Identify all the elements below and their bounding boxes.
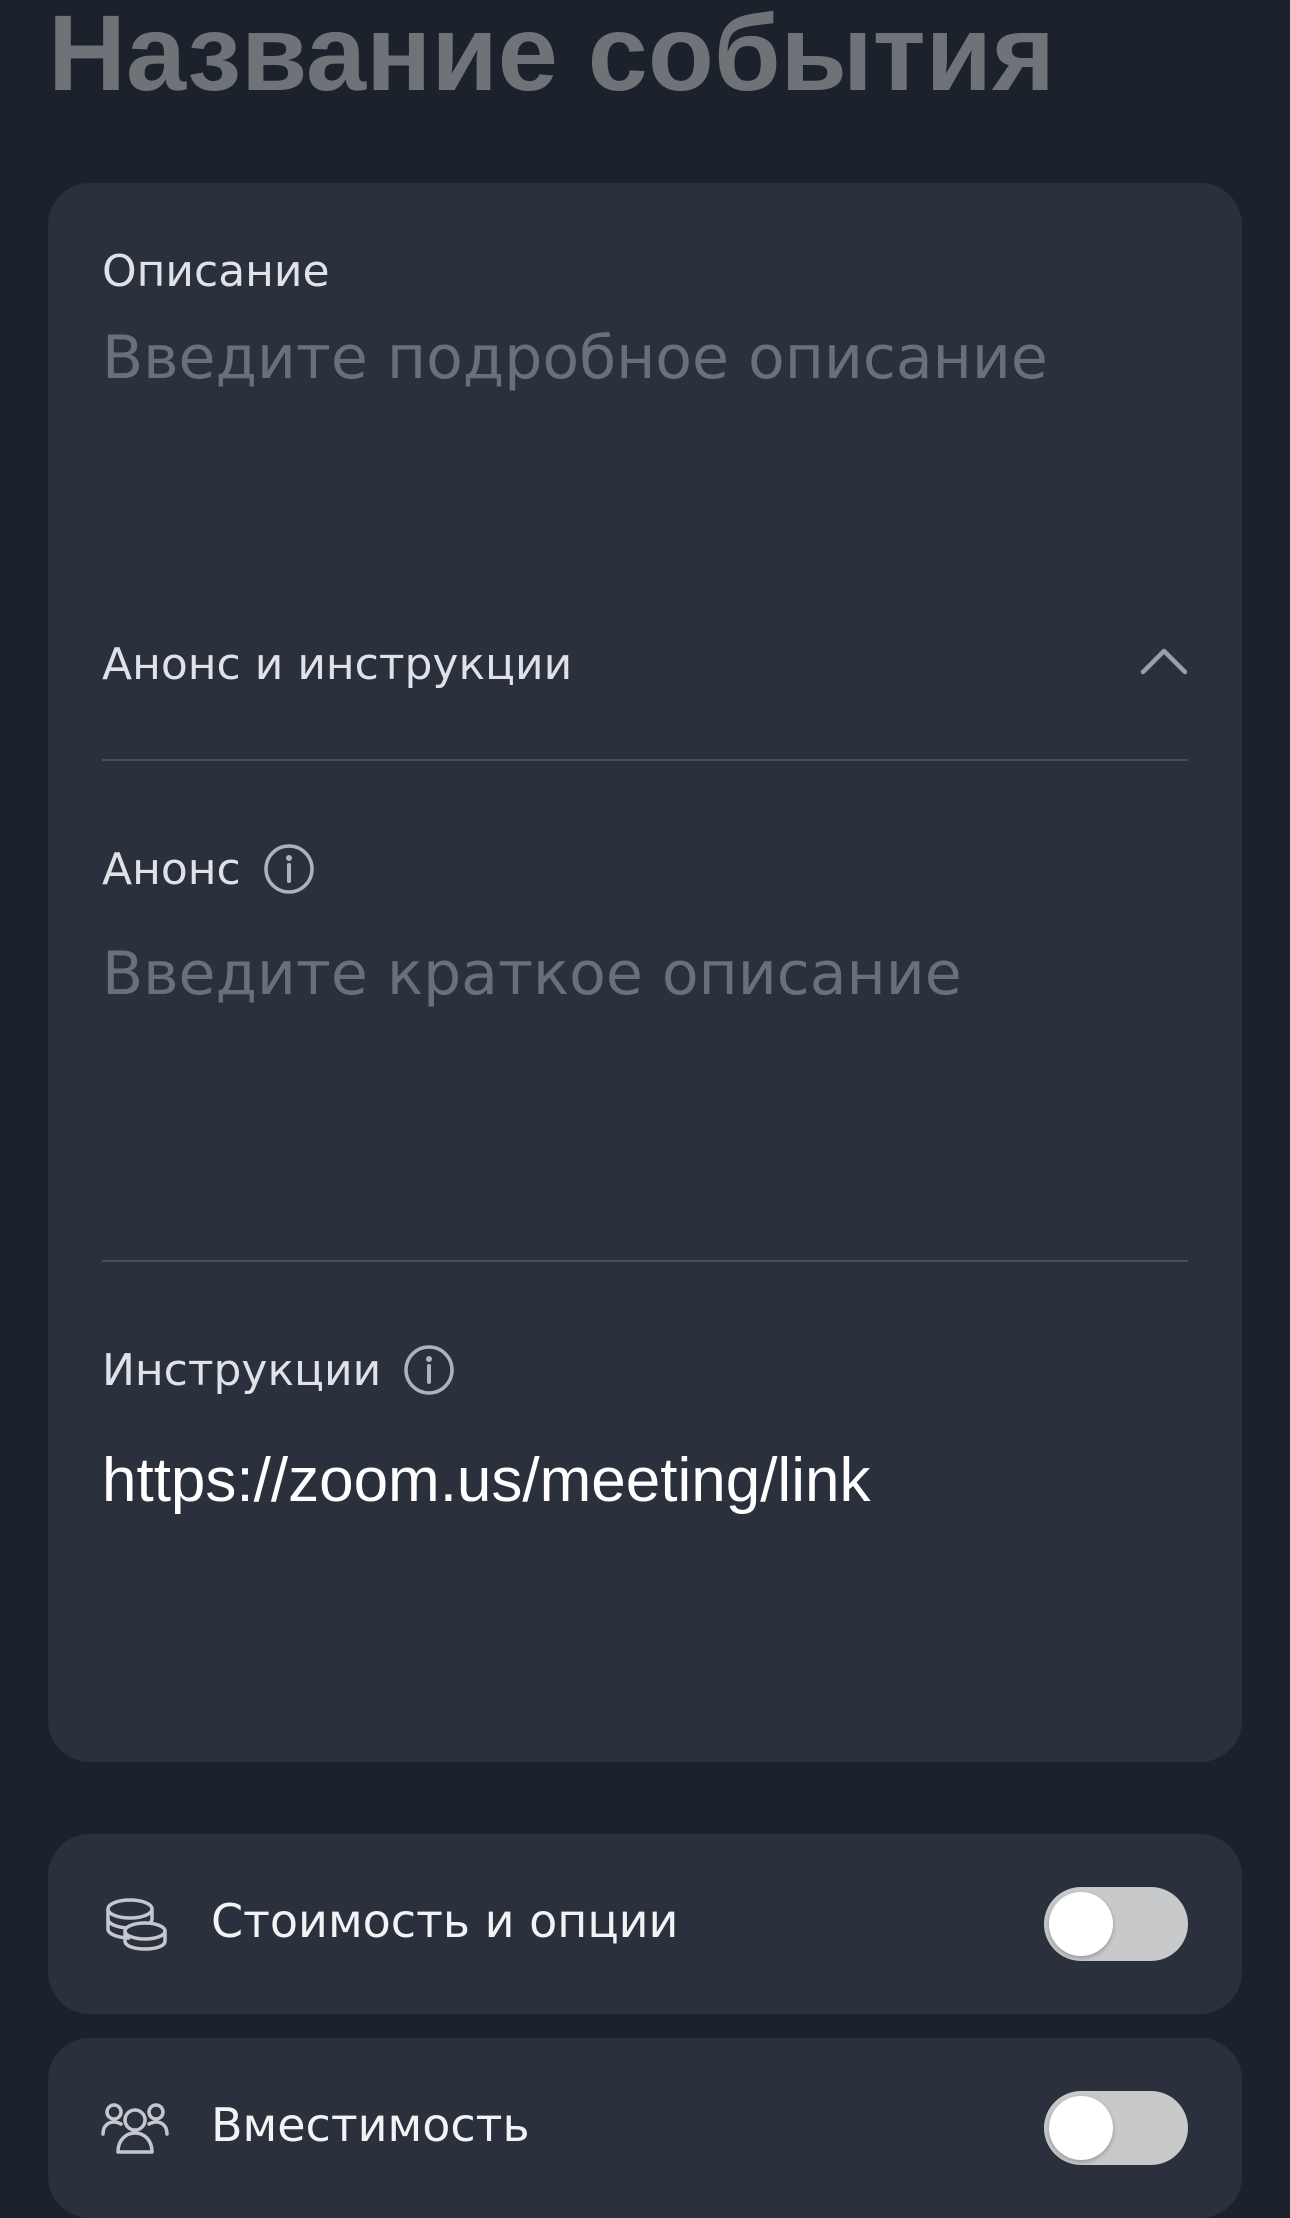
announcement-divider — [102, 1260, 1188, 1262]
announcement-label-row: Анонс — [102, 839, 315, 899]
toggle-knob — [1049, 2096, 1113, 2160]
pricing-options-row: Стоимость и опции — [48, 1834, 1242, 2014]
description-placeholder: Введите подробное описание — [102, 323, 1048, 393]
chevron-up-icon — [1140, 648, 1188, 675]
event-details-card: Описание Введите подробное описание Анон… — [48, 183, 1242, 1762]
toggle-knob — [1049, 1892, 1113, 1956]
capacity-label: Вместимость — [211, 2098, 530, 2152]
announcement-label: Анонс — [102, 843, 241, 895]
announcements-section-toggle[interactable]: Анонс и инструкции — [102, 623, 1188, 713]
instructions-field[interactable]: https://zoom.us/meeting/link — [102, 1445, 1188, 1695]
pricing-options-card: Стоимость и опции — [48, 1834, 1242, 2014]
info-icon[interactable] — [263, 843, 315, 895]
instructions-label: Инструкции — [102, 1344, 382, 1396]
pricing-options-label: Стоимость и опции — [211, 1894, 679, 1948]
pricing-options-toggle[interactable] — [1044, 1887, 1188, 1961]
description-label: Описание — [102, 246, 330, 297]
announcements-section-label: Анонс и инструкции — [102, 639, 573, 690]
page-title[interactable]: Название события — [48, 0, 1055, 118]
users-icon — [101, 2103, 169, 2154]
info-icon[interactable] — [403, 1344, 455, 1396]
section-divider — [102, 759, 1188, 761]
capacity-row: Вместимость — [48, 2038, 1242, 2218]
capacity-card: Вместимость — [48, 2038, 1242, 2218]
announcement-placeholder: Введите краткое описание — [102, 939, 962, 1009]
coins-icon — [106, 1898, 167, 1951]
instructions-value: https://zoom.us/meeting/link — [102, 1446, 871, 1515]
description-field[interactable]: Введите подробное описание — [102, 323, 1188, 553]
capacity-toggle[interactable] — [1044, 2091, 1188, 2165]
instructions-label-row: Инструкции — [102, 1340, 455, 1400]
